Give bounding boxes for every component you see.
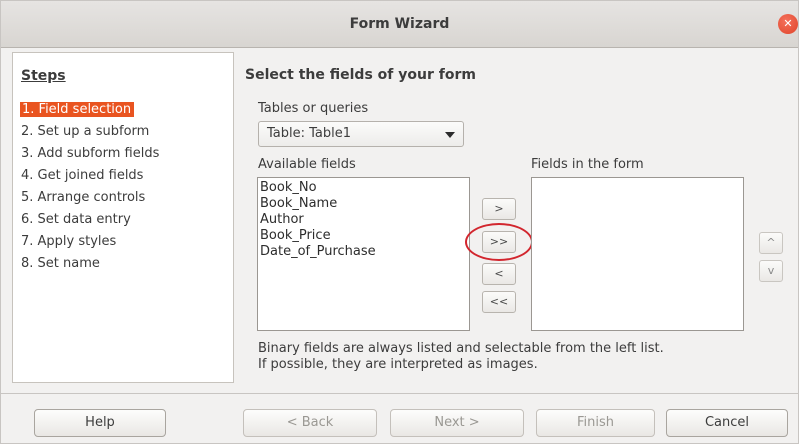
form-fields-label: Fields in the form xyxy=(531,157,644,172)
step-set-up-subform[interactable]: 2. Set up a subform xyxy=(21,124,149,139)
title-bar: Form Wizard ✕ xyxy=(1,1,798,48)
tables-label: Tables or queries xyxy=(258,101,369,116)
step-field-selection[interactable]: 1. Field selection xyxy=(20,102,135,117)
finish-button[interactable]: Finish xyxy=(536,409,655,437)
footer-divider xyxy=(1,393,798,394)
remove-all-fields-button[interactable]: << xyxy=(482,291,516,313)
binary-note-line2: If possible, they are interpreted as ima… xyxy=(258,357,538,372)
step-set-name[interactable]: 8. Set name xyxy=(21,256,100,271)
available-fields-list[interactable]: Book_No Book_Name Author Book_Price Date… xyxy=(257,177,470,331)
window-title: Form Wizard xyxy=(349,16,450,32)
cancel-button[interactable]: Cancel xyxy=(666,409,788,437)
back-button[interactable]: < Back xyxy=(243,409,377,437)
binary-note-line1: Binary fields are always listed and sele… xyxy=(258,341,664,356)
list-item[interactable]: Author xyxy=(258,212,469,228)
available-fields-label: Available fields xyxy=(258,157,356,172)
close-icon[interactable]: ✕ xyxy=(778,14,798,34)
page-title: Select the fields of your form xyxy=(245,67,476,83)
tables-dropdown-value: Table: Table1 xyxy=(267,126,352,141)
chevron-down-icon xyxy=(445,132,455,138)
list-item[interactable]: Book_Price xyxy=(258,228,469,244)
step-get-joined-fields[interactable]: 4. Get joined fields xyxy=(21,168,143,183)
step-set-data-entry[interactable]: 6. Set data entry xyxy=(21,212,131,227)
move-up-button[interactable]: ^ xyxy=(759,232,783,254)
annotation-circle xyxy=(465,223,533,261)
form-fields-list[interactable] xyxy=(531,177,744,331)
help-button[interactable]: Help xyxy=(34,409,166,437)
move-down-button[interactable]: v xyxy=(759,260,783,282)
steps-title: Steps xyxy=(21,68,66,84)
step-arrange-controls[interactable]: 5. Arrange controls xyxy=(21,190,145,205)
remove-field-button[interactable]: < xyxy=(482,263,516,285)
list-item[interactable]: Book_No xyxy=(258,180,469,196)
add-field-button[interactable]: > xyxy=(482,198,516,220)
step-apply-styles[interactable]: 7. Apply styles xyxy=(21,234,116,249)
step-add-subform-fields[interactable]: 3. Add subform fields xyxy=(21,146,159,161)
tables-dropdown[interactable]: Table: Table1 xyxy=(258,121,464,147)
list-item[interactable]: Date_of_Purchase xyxy=(258,244,469,260)
list-item[interactable]: Book_Name xyxy=(258,196,469,212)
next-button[interactable]: Next > xyxy=(390,409,524,437)
form-wizard-window: Form Wizard ✕ Steps 1. Field selection 2… xyxy=(0,0,799,444)
steps-panel: Steps 1. Field selection 2. Set up a sub… xyxy=(12,52,234,383)
